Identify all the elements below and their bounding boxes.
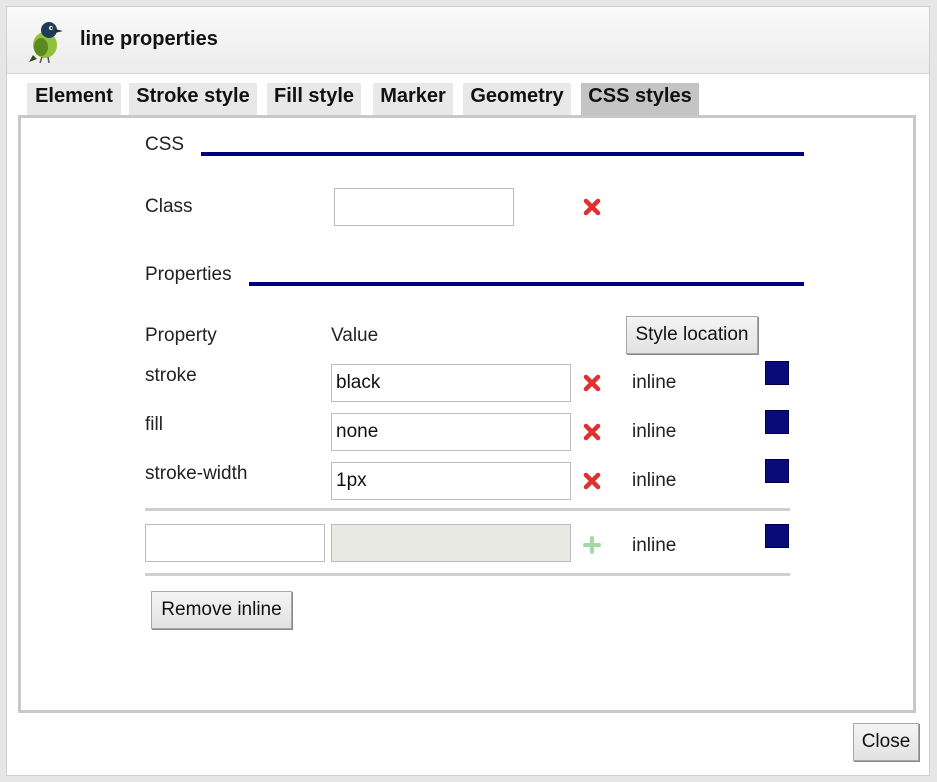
property-location: inline (632, 421, 677, 442)
property-column-header: Property (145, 325, 217, 346)
close-button[interactable]: Close (853, 723, 919, 761)
css-styles-panel: CSS Class Properties Property Value Styl… (18, 115, 916, 713)
value-column-header: Value (331, 325, 379, 346)
style-location-swatch[interactable] (765, 410, 789, 434)
class-label: Class (145, 196, 193, 217)
property-name: fill (145, 414, 163, 435)
css-section-rule (201, 152, 804, 156)
row-separator (145, 573, 790, 576)
property-location: inline (632, 372, 677, 393)
property-name: stroke (145, 365, 197, 386)
property-value-input[interactable] (331, 364, 571, 402)
remove-inline-button[interactable]: Remove inline (151, 591, 292, 629)
property-value-input[interactable] (331, 462, 571, 500)
style-location-swatch[interactable] (765, 524, 789, 548)
new-property-location: inline (632, 535, 677, 556)
style-location-swatch[interactable] (765, 459, 789, 483)
tab-css-styles[interactable]: CSS styles (581, 83, 699, 115)
new-property-name-input[interactable] (145, 524, 325, 562)
tab-geometry[interactable]: Geometry (463, 83, 571, 115)
tab-stroke-style[interactable]: Stroke style (129, 83, 257, 115)
add-property-icon[interactable] (583, 536, 601, 554)
clear-class-icon[interactable] (583, 198, 601, 216)
properties-dialog: line properties Element Stroke style Fil… (6, 6, 930, 776)
property-value-input[interactable] (331, 413, 571, 451)
new-property-value-input (331, 524, 571, 562)
tab-marker[interactable]: Marker (373, 83, 453, 115)
tab-element[interactable]: Element (27, 83, 121, 115)
css-section-heading: CSS (145, 134, 185, 155)
properties-section-rule (249, 282, 804, 286)
class-input[interactable] (334, 188, 514, 226)
property-location: inline (632, 470, 677, 491)
bird-logo-icon (29, 22, 63, 63)
property-name: stroke-width (145, 463, 248, 484)
delete-property-icon[interactable] (583, 472, 601, 490)
dialog-title: line properties (80, 28, 218, 50)
delete-property-icon[interactable] (583, 374, 601, 392)
row-separator (145, 508, 790, 511)
dialog-titlebar: line properties (7, 7, 929, 74)
properties-section-heading: Properties (145, 264, 232, 285)
tab-fill-style[interactable]: Fill style (267, 83, 361, 115)
style-location-swatch[interactable] (765, 361, 789, 385)
delete-property-icon[interactable] (583, 423, 601, 441)
style-location-button[interactable]: Style location (626, 316, 758, 354)
